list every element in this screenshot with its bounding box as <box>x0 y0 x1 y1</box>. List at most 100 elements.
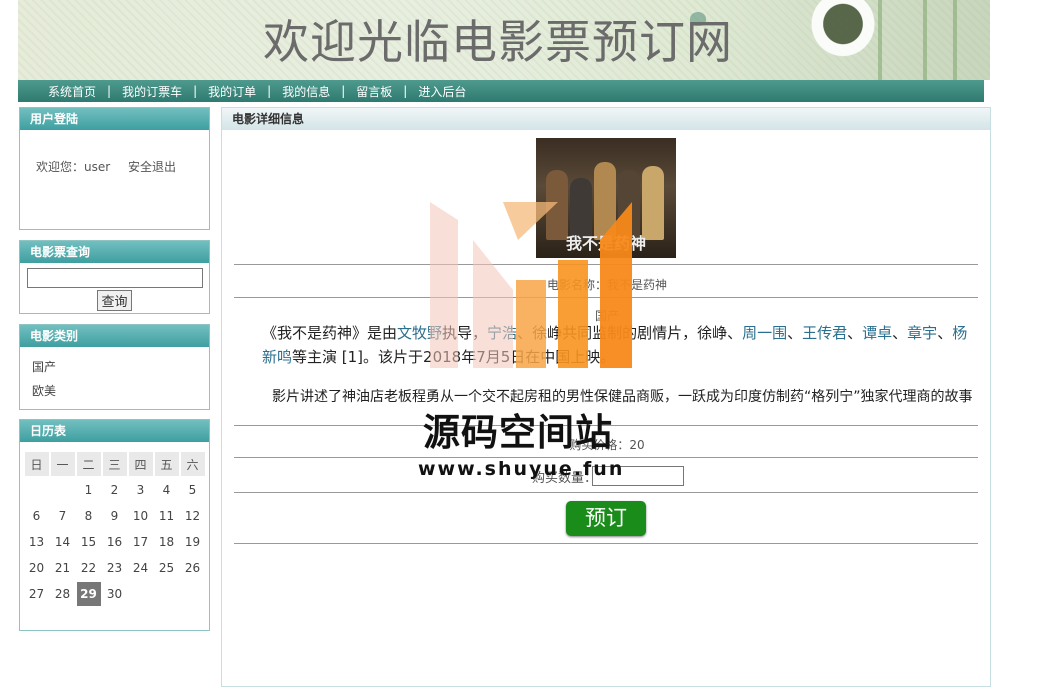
calendar-day[interactable]: 6 <box>25 504 49 528</box>
nav-separator: | <box>193 84 198 98</box>
poster-figure <box>642 166 664 240</box>
divider <box>234 492 978 493</box>
nav-home[interactable]: 系统首页 <box>48 83 96 100</box>
calendar-day[interactable]: 1 <box>77 478 101 502</box>
calendar-day <box>51 478 75 502</box>
calendar-day[interactable]: 10 <box>129 504 153 528</box>
actor-link[interactable]: 周一围 <box>742 324 787 342</box>
nav-admin[interactable]: 进入后台 <box>418 83 466 100</box>
detail-panel-title: 电影详细信息 <box>222 108 990 130</box>
calendar-day[interactable]: 9 <box>103 504 127 528</box>
calendar-day[interactable]: 21 <box>51 556 75 580</box>
desc-text: 、 <box>892 324 908 342</box>
calendar-day[interactable]: 17 <box>129 530 153 554</box>
movie-story: 影片讲述了神油店老板程勇从一个交不起房租的男性保健品商贩，一跃成为印度仿制药“格… <box>272 389 973 405</box>
desc-text: 等主演 [1]。该片于2018年7月5日在中国上映。 <box>292 348 616 366</box>
nav-separator: | <box>341 84 346 98</box>
weekday-header: 日 <box>24 452 49 476</box>
nav-separator: | <box>107 84 112 98</box>
movie-poster[interactable]: 我不是药神 <box>536 138 676 258</box>
search-panel-title: 电影票查询 <box>20 241 209 263</box>
calendar-day <box>181 582 205 606</box>
calendar-day[interactable]: 20 <box>25 556 49 580</box>
divider <box>234 543 978 544</box>
desc-text: 《我不是药神》是由 <box>262 324 398 342</box>
banner-bamboo <box>923 0 927 80</box>
nav-my-orders[interactable]: 我的订单 <box>208 83 256 100</box>
watermark-name: 源码空间站 <box>423 411 613 454</box>
search-button[interactable]: 查询 <box>97 290 132 311</box>
divider <box>234 297 978 298</box>
poster-figure <box>594 162 616 240</box>
calendar-day[interactable]: 26 <box>181 556 205 580</box>
actor-link[interactable]: 王传君 <box>802 324 847 342</box>
calendar-day[interactable]: 19 <box>181 530 205 554</box>
calendar-day <box>25 478 49 502</box>
actor-link[interactable]: 章宇 <box>907 324 937 342</box>
movie-description: 《我不是药神》是由文牧野执导，宁浩、徐峥共同监制的剧情片，徐峥、周一围、王传君、… <box>262 321 982 369</box>
desc-text: 、 <box>847 324 863 342</box>
site-banner: 欢迎光临电影票预订网 <box>18 0 990 80</box>
calendar-day[interactable]: 22 <box>77 556 101 580</box>
poster-title: 我不是药神 <box>566 234 647 253</box>
calendar-day[interactable]: 16 <box>103 530 127 554</box>
nav-separator: | <box>403 84 408 98</box>
category-item[interactable]: 欧美 <box>32 379 209 403</box>
main-nav: 系统首页 | 我的订票车 | 我的订单 | 我的信息 | 留言板 | 进入后台 <box>18 80 984 102</box>
calendar-day <box>155 582 179 606</box>
actor-link[interactable]: 谭卓 <box>862 324 892 342</box>
category-panel: 电影类别 国产 欧美 <box>19 324 210 410</box>
desc-text: 、 <box>787 324 803 342</box>
calendar-table: 日 一 二 三 四 五 六 1 2 3 4 5 6 7 8 9 10 11 12… <box>23 450 207 608</box>
calendar-day[interactable]: 5 <box>181 478 205 502</box>
calendar-day[interactable]: 15 <box>77 530 101 554</box>
category-panel-title: 电影类别 <box>20 325 209 347</box>
desc-text: 、 <box>937 324 953 342</box>
logout-link[interactable]: 安全退出 <box>128 160 176 174</box>
calendar-day[interactable]: 28 <box>51 582 75 606</box>
desc-text: 执导， <box>442 324 488 342</box>
welcome-text: 欢迎您：user <box>36 160 111 174</box>
category-item[interactable]: 国产 <box>32 355 209 379</box>
banner-figure-image <box>788 0 898 80</box>
weekday-header: 二 <box>76 452 101 476</box>
calendar-day[interactable]: 12 <box>181 504 205 528</box>
calendar-day[interactable]: 23 <box>103 556 127 580</box>
divider <box>234 264 978 265</box>
calendar-day[interactable]: 8 <box>77 504 101 528</box>
calendar-panel: 日历表 日 一 二 三 四 五 六 1 2 3 4 5 6 7 8 9 10 1… <box>19 419 210 631</box>
search-input[interactable] <box>26 268 203 288</box>
nav-my-info[interactable]: 我的信息 <box>282 83 330 100</box>
movie-name: 电影名称：我不是药神 <box>546 278 667 292</box>
calendar-day[interactable]: 7 <box>51 504 75 528</box>
site-title: 欢迎光临电影票预订网 <box>263 15 733 69</box>
calendar-day[interactable]: 18 <box>155 530 179 554</box>
calendar-day[interactable]: 3 <box>129 478 153 502</box>
calendar-day[interactable]: 30 <box>103 582 127 606</box>
calendar-day[interactable]: 27 <box>25 582 49 606</box>
calendar-day[interactable]: 13 <box>25 530 49 554</box>
watermark-url: www.shuyue.fun <box>418 458 625 480</box>
nav-message-board[interactable]: 留言板 <box>356 83 392 100</box>
calendar-day[interactable]: 4 <box>155 478 179 502</box>
calendar-day[interactable]: 25 <box>155 556 179 580</box>
producer-link[interactable]: 宁浩 <box>487 324 517 342</box>
order-button[interactable]: 预订 <box>566 501 646 536</box>
calendar-day[interactable]: 2 <box>103 478 127 502</box>
nav-ticket-cart[interactable]: 我的订票车 <box>122 83 182 100</box>
calendar-day <box>129 582 153 606</box>
desc-text: 、徐峥共同监制的剧情片，徐峥、 <box>517 324 743 342</box>
calendar-day[interactable]: 14 <box>51 530 75 554</box>
calendar-day[interactable]: 11 <box>155 504 179 528</box>
weekday-header: 六 <box>180 452 205 476</box>
calendar-day[interactable]: 24 <box>129 556 153 580</box>
search-panel: 电影票查询 查询 <box>19 240 210 314</box>
calendar-panel-title: 日历表 <box>20 420 209 442</box>
login-panel: 用户登陆 欢迎您：user 安全退出 <box>19 107 210 230</box>
banner-bamboo <box>953 0 957 80</box>
director-link[interactable]: 文牧野 <box>397 324 442 342</box>
calendar-day-today[interactable]: 29 <box>76 582 101 606</box>
poster-figure <box>546 170 568 240</box>
weekday-header: 三 <box>102 452 127 476</box>
weekday-header: 四 <box>128 452 153 476</box>
